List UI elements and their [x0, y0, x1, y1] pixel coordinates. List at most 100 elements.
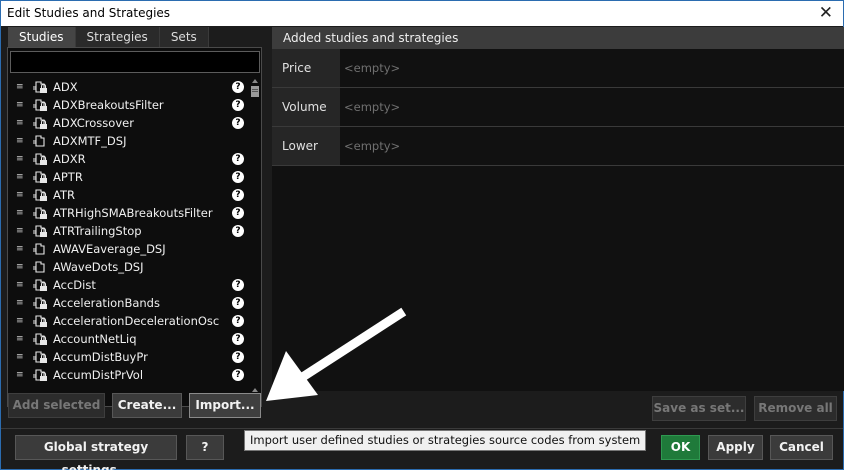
locked-study-icon — [33, 117, 47, 129]
study-label: APTR — [53, 170, 83, 184]
study-label: AccelerationDecelerationOsc — [53, 314, 220, 328]
window-title: Edit Studies and Strategies — [7, 6, 171, 20]
locked-study-icon — [33, 333, 47, 345]
locked-study-icon — [33, 207, 47, 219]
tab-bar: Studies Strategies Sets — [8, 27, 209, 47]
slot-label: Volume — [272, 88, 340, 126]
drag-handle-icon[interactable]: ≡ — [16, 312, 24, 330]
list-item[interactable]: ≡ ADX? — [8, 78, 248, 96]
help-icon[interactable]: ? — [232, 189, 244, 201]
locked-study-icon — [33, 153, 47, 165]
drag-handle-icon[interactable]: ≡ — [16, 186, 24, 204]
locked-study-icon — [33, 351, 47, 363]
list-item[interactable]: ≡ ADXCrossover? — [8, 114, 248, 132]
help-icon[interactable]: ? — [232, 333, 244, 345]
help-icon[interactable]: ? — [232, 279, 244, 291]
close-icon[interactable]: ✕ — [819, 3, 833, 23]
list-item[interactable]: ≡ AccumDistBuyPr? — [8, 348, 248, 366]
import-tooltip: Import user defined studies or strategie… — [244, 430, 647, 451]
drag-handle-icon[interactable]: ≡ — [16, 276, 24, 294]
study-icon — [33, 135, 45, 147]
studies-list: ≡ ADX? ≡ ADXBreakoutsFilter? ≡ ADXCrossover? ≡… — [8, 78, 248, 406]
ok-button[interactable]: OK — [661, 435, 700, 460]
slot-price[interactable]: Price <empty> — [272, 49, 844, 88]
tab-strategies[interactable]: Strategies — [75, 27, 160, 47]
help-icon[interactable]: ? — [232, 117, 244, 129]
apply-button[interactable]: Apply — [708, 435, 763, 460]
locked-study-icon — [33, 297, 47, 309]
help-icon[interactable]: ? — [232, 297, 244, 309]
study-label: ATR — [53, 188, 75, 202]
help-icon[interactable]: ? — [232, 351, 244, 363]
list-item[interactable]: ≡ AccDist? — [8, 276, 248, 294]
help-icon[interactable]: ? — [232, 171, 244, 183]
help-icon[interactable]: ? — [232, 81, 244, 93]
locked-study-icon — [33, 225, 47, 237]
help-button[interactable]: ? — [186, 435, 224, 460]
drag-handle-icon[interactable]: ≡ — [16, 348, 24, 366]
slot-label: Price — [272, 49, 340, 87]
list-item[interactable]: ≡ APTR? — [8, 168, 248, 186]
tab-studies[interactable]: Studies — [8, 27, 76, 47]
slot-volume[interactable]: Volume <empty> — [272, 88, 844, 127]
drag-handle-icon[interactable]: ≡ — [16, 132, 24, 150]
drag-handle-icon[interactable]: ≡ — [16, 96, 24, 114]
study-label: AccelerationBands — [53, 296, 160, 310]
drag-handle-icon[interactable]: ≡ — [16, 222, 24, 240]
scroll-up-icon[interactable] — [252, 388, 258, 392]
list-item[interactable]: ≡ AccountNetLiq? — [8, 330, 248, 348]
drag-handle-icon[interactable]: ≡ — [16, 78, 24, 96]
slot-lower[interactable]: Lower <empty> — [272, 127, 844, 166]
study-label: AWAVEaverage_DSJ — [53, 242, 166, 256]
cancel-button[interactable]: Cancel — [770, 435, 833, 460]
global-strategy-settings-button[interactable]: Global strategy settings... — [15, 435, 177, 470]
dialog-body: Studies Strategies Sets ≡ ADX? ≡ ADXBreakou… — [0, 26, 844, 470]
locked-study-icon — [33, 99, 47, 111]
tab-sets[interactable]: Sets — [159, 27, 209, 47]
list-item[interactable]: ≡ AccelerationDecelerationOsc? — [8, 312, 248, 330]
list-item[interactable]: ≡ ATRTrailingStop? — [8, 222, 248, 240]
drag-handle-icon[interactable]: ≡ — [16, 114, 24, 132]
help-icon[interactable]: ? — [232, 99, 244, 111]
help-icon[interactable]: ? — [232, 153, 244, 165]
list-item[interactable]: ≡ ATRHighSMABreakoutsFilter? — [8, 204, 248, 222]
drag-handle-icon[interactable]: ≡ — [16, 294, 24, 312]
drag-handle-icon[interactable]: ≡ — [16, 204, 24, 222]
locked-study-icon — [33, 171, 47, 183]
help-icon[interactable]: ? — [232, 315, 244, 327]
scroll-up-icon[interactable] — [252, 79, 258, 83]
list-item[interactable]: ≡ AccumDistPrVol? — [8, 366, 248, 384]
study-label: AccumDistPrVol — [53, 368, 144, 382]
drag-handle-icon[interactable]: ≡ — [16, 168, 24, 186]
drag-handle-icon[interactable]: ≡ — [16, 330, 24, 348]
study-label: ADXR — [53, 152, 86, 166]
list-scrollbar[interactable] — [249, 78, 261, 406]
drag-handle-icon[interactable]: ≡ — [16, 258, 24, 276]
list-item[interactable]: ≡ ADXBreakoutsFilter? — [8, 96, 248, 114]
help-icon[interactable]: ? — [232, 225, 244, 237]
locked-study-icon — [33, 81, 47, 93]
study-icon — [33, 243, 45, 255]
import-button[interactable]: Import... — [189, 393, 261, 418]
locked-study-icon — [33, 279, 47, 291]
drag-handle-icon[interactable]: ≡ — [16, 366, 24, 384]
save-as-set-button[interactable]: Save as set... — [652, 396, 746, 421]
list-item[interactable]: ≡ AccelerationBands? — [8, 294, 248, 312]
create-button[interactable]: Create... — [112, 393, 182, 418]
list-item[interactable]: ≡ ADXR? — [8, 150, 248, 168]
search-input[interactable] — [10, 51, 260, 73]
drag-handle-icon[interactable]: ≡ — [16, 240, 24, 258]
remove-all-button[interactable]: Remove all — [754, 396, 837, 421]
help-icon[interactable]: ? — [232, 207, 244, 219]
add-selected-button[interactable]: Add selected — [8, 393, 105, 418]
drag-handle-icon[interactable]: ≡ — [16, 150, 24, 168]
study-label: AccDist — [53, 278, 96, 292]
help-icon[interactable]: ? — [232, 369, 244, 381]
list-item[interactable]: ≡ ATR? — [8, 186, 248, 204]
slot-label: Lower — [272, 127, 340, 165]
list-item[interactable]: ≡ AWaveDots_DSJ — [8, 258, 248, 276]
scroll-thumb[interactable] — [251, 86, 259, 97]
list-item[interactable]: ≡ ADXMTF_DSJ — [8, 132, 248, 150]
list-item[interactable]: ≡ AWAVEaverage_DSJ — [8, 240, 248, 258]
studies-panel: ≡ ADX? ≡ ADXBreakoutsFilter? ≡ ADXCrossover? ≡… — [7, 47, 262, 407]
